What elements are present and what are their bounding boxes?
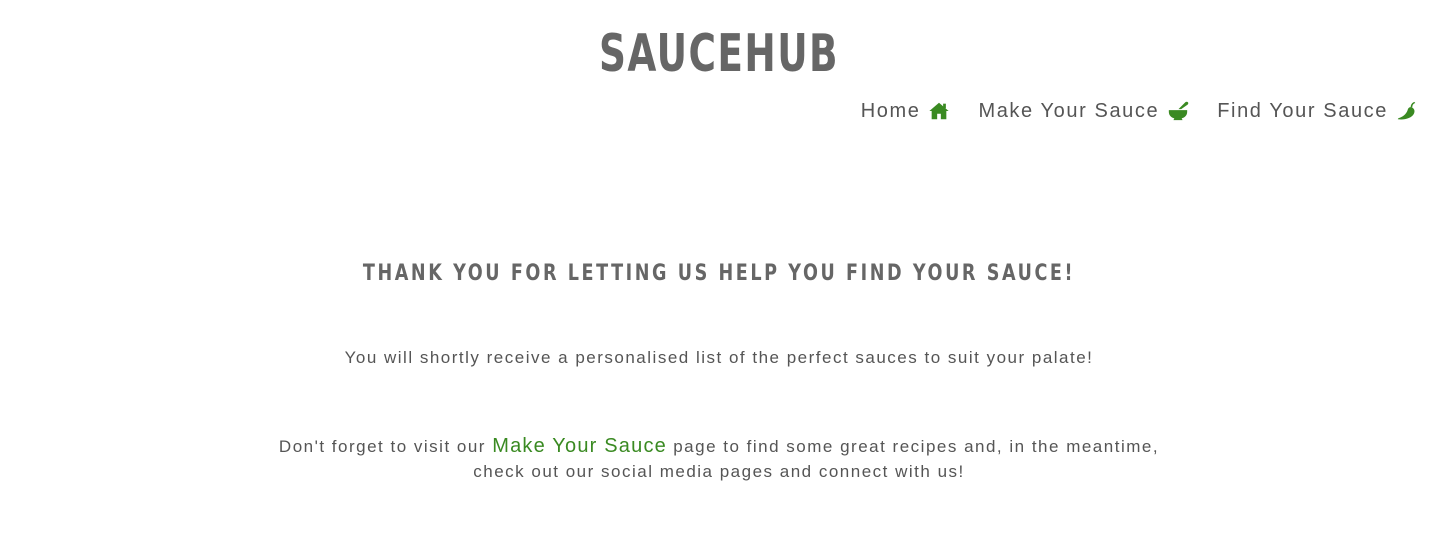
reminder-message: Don't forget to visit our Make Your Sauc… (0, 434, 1438, 484)
nav-link-home[interactable]: Home (861, 100, 951, 123)
main-navigation: Home Make Your Sauce Find Your Sauce (833, 96, 1418, 126)
nav-link-find-your-sauce-label: Find Your Sauce (1217, 99, 1388, 122)
nav-link-make-your-sauce-label: Make Your Sauce (978, 99, 1160, 122)
make-your-sauce-link[interactable]: Make Your Sauce (492, 435, 667, 457)
pepper-hot-icon (1396, 100, 1418, 122)
nav-link-find-your-sauce[interactable]: Find Your Sauce (1217, 100, 1418, 123)
mortar-pestle-icon (1167, 100, 1189, 122)
nav-link-home-label: Home (860, 99, 921, 122)
brand-logo[interactable]: SAUCEHUB (201, 22, 1236, 86)
nav-link-make-your-sauce[interactable]: Make Your Sauce (978, 100, 1189, 123)
reminder-text-line2: check out our social media pages and con… (473, 462, 965, 481)
home-icon (928, 100, 950, 122)
reminder-text-after: page to find some great recipes and, in … (666, 437, 1160, 456)
confirmation-message: You will shortly receive a personalised … (344, 348, 1094, 367)
reminder-text-before: Don't forget to visit our (278, 437, 493, 456)
thank-you-heading: THANK YOU FOR LETTING US HELP YOU FIND Y… (362, 261, 1076, 286)
